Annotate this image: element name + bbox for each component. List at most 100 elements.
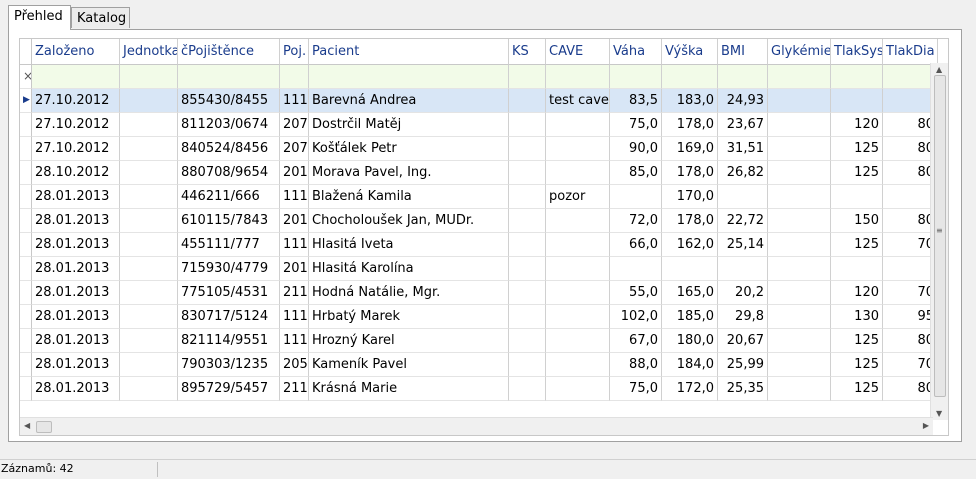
table-cell[interactable]: 85,0	[610, 161, 662, 185]
row-indicator[interactable]	[20, 233, 32, 257]
table-cell[interactable]: 855430/8455	[178, 89, 280, 113]
table-cell[interactable]: 180,0	[662, 329, 718, 353]
table-cell[interactable]	[546, 329, 610, 353]
horizontal-scrollbar[interactable]: ◀ ▶	[20, 417, 933, 435]
table-cell[interactable]	[509, 329, 546, 353]
table-cell[interactable]: 67,0	[610, 329, 662, 353]
column-header[interactable]: Pacient	[309, 39, 509, 65]
table-cell[interactable]: pozor	[546, 185, 610, 209]
table-cell[interactable]	[546, 233, 610, 257]
table-cell[interactable]: 23,67	[718, 113, 768, 137]
table-row[interactable]: 28.01.2013 775105/4531 211 Hodná Natálie, M…	[20, 281, 938, 305]
row-indicator[interactable]	[20, 137, 32, 161]
table-cell[interactable]	[509, 137, 546, 161]
column-header[interactable]: čPojištěnce	[178, 39, 280, 65]
table-cell[interactable]: 20,2	[718, 281, 768, 305]
table-cell[interactable]	[120, 137, 178, 161]
table-cell[interactable]: 28.01.2013	[32, 281, 120, 305]
table-cell[interactable]	[120, 233, 178, 257]
table-cell[interactable]	[120, 113, 178, 137]
table-cell[interactable]: 162,0	[662, 233, 718, 257]
table-cell[interactable]	[768, 257, 831, 281]
table-cell[interactable]: 111	[280, 233, 309, 257]
clear-filter-icon[interactable]: ×	[20, 65, 32, 89]
table-cell[interactable]: Hlasitá Karolína	[309, 257, 509, 281]
table-cell[interactable]: 20,67	[718, 329, 768, 353]
table-cell[interactable]: 150	[831, 209, 883, 233]
table-cell[interactable]	[546, 353, 610, 377]
vertical-scroll-thumb[interactable]: ≡	[934, 75, 946, 397]
row-indicator[interactable]	[20, 161, 32, 185]
table-cell[interactable]: 28.01.2013	[32, 353, 120, 377]
table-cell[interactable]	[546, 161, 610, 185]
table-row[interactable]: 28.01.2013 455111/777 111 Hlasitá Iveta 66,0…	[20, 233, 938, 257]
table-cell[interactable]	[509, 113, 546, 137]
table-row[interactable]: 28.01.2013 830717/5124 111 Hrbatý Marek 102,…	[20, 305, 938, 329]
table-cell[interactable]: Morava Pavel, Ing.	[309, 161, 509, 185]
table-cell[interactable]	[768, 209, 831, 233]
column-header[interactable]: Jednotka	[120, 39, 178, 65]
filter-cell[interactable]	[768, 65, 831, 89]
table-cell[interactable]: 811203/0674	[178, 113, 280, 137]
table-cell[interactable]: Hrbatý Marek	[309, 305, 509, 329]
table-cell[interactable]: 125	[831, 353, 883, 377]
table-cell[interactable]: 211	[280, 377, 309, 401]
table-cell[interactable]	[509, 377, 546, 401]
table-cell[interactable]: 715930/4779	[178, 257, 280, 281]
row-indicator[interactable]	[20, 305, 32, 329]
horizontal-scroll-thumb[interactable]	[36, 421, 52, 433]
filter-cell[interactable]	[546, 65, 610, 89]
filter-cell[interactable]	[309, 65, 509, 89]
filter-cell[interactable]	[718, 65, 768, 89]
table-cell[interactable]: 125	[831, 377, 883, 401]
row-indicator[interactable]	[20, 281, 32, 305]
table-row[interactable]: 27.10.2012 840524/8456 207 Košťálek Petr 90,…	[20, 137, 938, 161]
table-cell[interactable]: 178,0	[662, 209, 718, 233]
table-cell[interactable]: 25,99	[718, 353, 768, 377]
scroll-down-icon[interactable]: ▼	[936, 409, 942, 418]
column-header[interactable]: Váha	[610, 39, 662, 65]
table-cell[interactable]: 790303/1235	[178, 353, 280, 377]
filter-cell[interactable]	[280, 65, 309, 89]
table-cell[interactable]	[509, 161, 546, 185]
table-cell[interactable]: 28.01.2013	[32, 185, 120, 209]
table-cell[interactable]	[546, 209, 610, 233]
table-cell[interactable]	[120, 353, 178, 377]
column-header[interactable]: CAVE	[546, 39, 610, 65]
table-cell[interactable]: 170,0	[662, 185, 718, 209]
table-cell[interactable]: 125	[831, 233, 883, 257]
table-cell[interactable]: 29,8	[718, 305, 768, 329]
table-cell[interactable]: 211	[280, 281, 309, 305]
table-cell[interactable]	[768, 161, 831, 185]
table-cell[interactable]	[718, 185, 768, 209]
table-cell[interactable]: 27.10.2012	[32, 137, 120, 161]
table-cell[interactable]: Dostrčil Matěj	[309, 113, 509, 137]
table-row[interactable]: ▶ 27.10.2012 855430/8455 111 Barevná Andrea t…	[20, 89, 938, 113]
table-cell[interactable]: 55,0	[610, 281, 662, 305]
tab-katalog[interactable]: Katalog	[71, 7, 130, 28]
vertical-scrollbar[interactable]: ▲ ≡ ▼	[930, 63, 948, 420]
table-cell[interactable]: 201	[280, 161, 309, 185]
table-cell[interactable]	[768, 353, 831, 377]
table-cell[interactable]: 28.01.2013	[32, 257, 120, 281]
table-cell[interactable]: 205	[280, 353, 309, 377]
table-cell[interactable]: 821114/9551	[178, 329, 280, 353]
table-cell[interactable]: 27.10.2012	[32, 113, 120, 137]
table-cell[interactable]: 25,14	[718, 233, 768, 257]
filter-cell[interactable]	[610, 65, 662, 89]
table-cell[interactable]	[509, 305, 546, 329]
table-row[interactable]: 28.10.2012 880708/9654 201 Morava Pavel, In…	[20, 161, 938, 185]
table-cell[interactable]: 66,0	[610, 233, 662, 257]
column-header[interactable]: BMI	[718, 39, 768, 65]
table-cell[interactable]	[768, 377, 831, 401]
table-cell[interactable]: 111	[280, 185, 309, 209]
table-cell[interactable]	[120, 89, 178, 113]
scroll-up-icon[interactable]: ▲	[936, 65, 942, 74]
row-indicator[interactable]	[20, 329, 32, 353]
table-cell[interactable]: Košťálek Petr	[309, 137, 509, 161]
table-cell[interactable]: 775105/4531	[178, 281, 280, 305]
table-cell[interactable]: Chocholoušek Jan, MUDr.	[309, 209, 509, 233]
table-cell[interactable]	[120, 329, 178, 353]
table-cell[interactable]: 24,93	[718, 89, 768, 113]
filter-cell[interactable]	[662, 65, 718, 89]
